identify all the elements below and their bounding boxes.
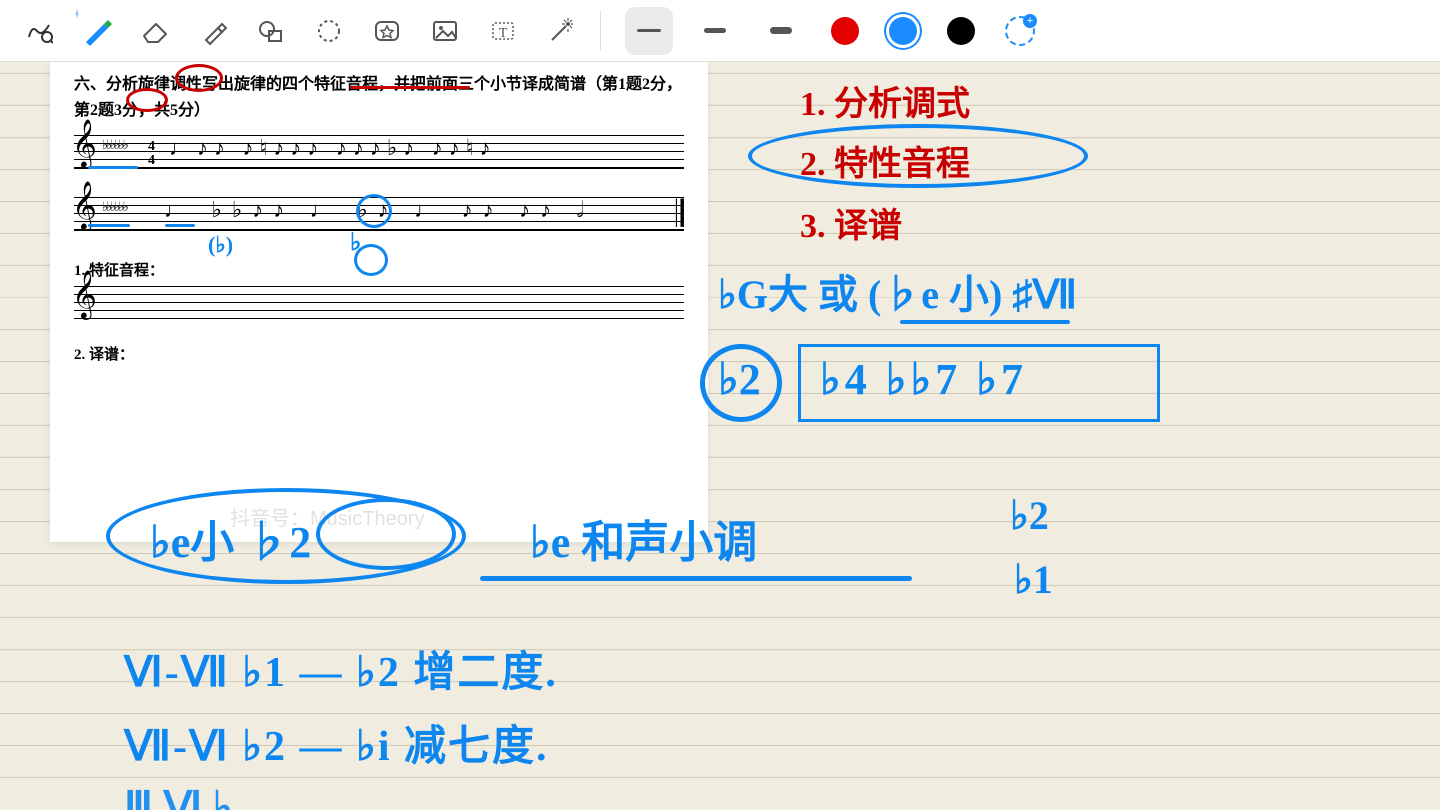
staff-line-3: 𝄞 bbox=[74, 286, 684, 319]
watermark: 抖音号：MusicTheory bbox=[230, 502, 424, 531]
shapes-icon bbox=[257, 17, 285, 45]
stroke-thin[interactable] bbox=[625, 7, 673, 55]
worksheet-title: 六、分析旋律调性写出旋律的四个特征音程，并把前面三个小节译成简谱（第1题2分，第… bbox=[74, 72, 684, 123]
stamp-tool[interactable] bbox=[360, 7, 414, 55]
plus-icon: + bbox=[1023, 14, 1037, 28]
toolbar: ᚼ T + bbox=[0, 0, 1440, 62]
highlighter-icon bbox=[198, 16, 228, 46]
stroke-width-group bbox=[625, 7, 805, 55]
scribble-tool[interactable] bbox=[12, 7, 66, 55]
pen-icon bbox=[80, 14, 114, 48]
color-red[interactable] bbox=[831, 17, 859, 45]
stroke-thick[interactable] bbox=[757, 7, 805, 55]
laser-tool[interactable] bbox=[534, 7, 588, 55]
highlighter-tool[interactable] bbox=[186, 7, 240, 55]
scribble-icon bbox=[25, 17, 53, 45]
image-tool[interactable] bbox=[418, 7, 472, 55]
pen-tool[interactable]: ᚼ bbox=[70, 7, 124, 55]
image-icon bbox=[431, 17, 459, 45]
wand-icon bbox=[546, 16, 576, 46]
bluetooth-icon: ᚼ bbox=[74, 9, 80, 20]
text-icon: T bbox=[489, 17, 517, 45]
add-color-button[interactable]: + bbox=[1005, 16, 1035, 46]
q1-label: 1. 特征音程： bbox=[74, 259, 684, 280]
shapes-tool[interactable] bbox=[244, 7, 298, 55]
text-tool[interactable]: T bbox=[476, 7, 530, 55]
svg-text:T: T bbox=[499, 26, 508, 41]
q2-label: 2. 译谱： bbox=[74, 343, 684, 364]
star-icon bbox=[373, 17, 401, 45]
treble-clef-icon: 𝄞 bbox=[72, 185, 97, 227]
treble-clef-icon: 𝄞 bbox=[72, 274, 97, 316]
staff-line-1: 𝄞 ♭♭♭♭♭♭ 4 4 ♩♪♪ ♪♮♪♪♪ ♪♪♪♭♪ ♪♪♮♪ bbox=[74, 135, 684, 175]
eraser-icon bbox=[140, 18, 170, 44]
lasso-icon bbox=[315, 17, 343, 45]
stroke-medium[interactable] bbox=[691, 7, 739, 55]
color-blue[interactable] bbox=[889, 17, 917, 45]
eraser-tool[interactable] bbox=[128, 7, 182, 55]
staff-line-2: 𝄞 ♭♭♭♭♭♭ ♩ ♭♭♪♪ ♩ ♭♪ ♩ ♪♪ ♪♪ 𝅗𝅥 𝄂 bbox=[74, 197, 684, 237]
canvas[interactable]: 六、分析旋律调性写出旋律的四个特征音程，并把前面三个小节译成简谱（第1题2分，第… bbox=[0, 62, 1440, 810]
toolbar-separator bbox=[600, 11, 601, 51]
lasso-tool[interactable] bbox=[302, 7, 356, 55]
worksheet: 六、分析旋律调性写出旋律的四个特征音程，并把前面三个小节译成简谱（第1题2分，第… bbox=[50, 62, 708, 542]
treble-clef-icon: 𝄞 bbox=[72, 123, 97, 165]
color-black[interactable] bbox=[947, 17, 975, 45]
